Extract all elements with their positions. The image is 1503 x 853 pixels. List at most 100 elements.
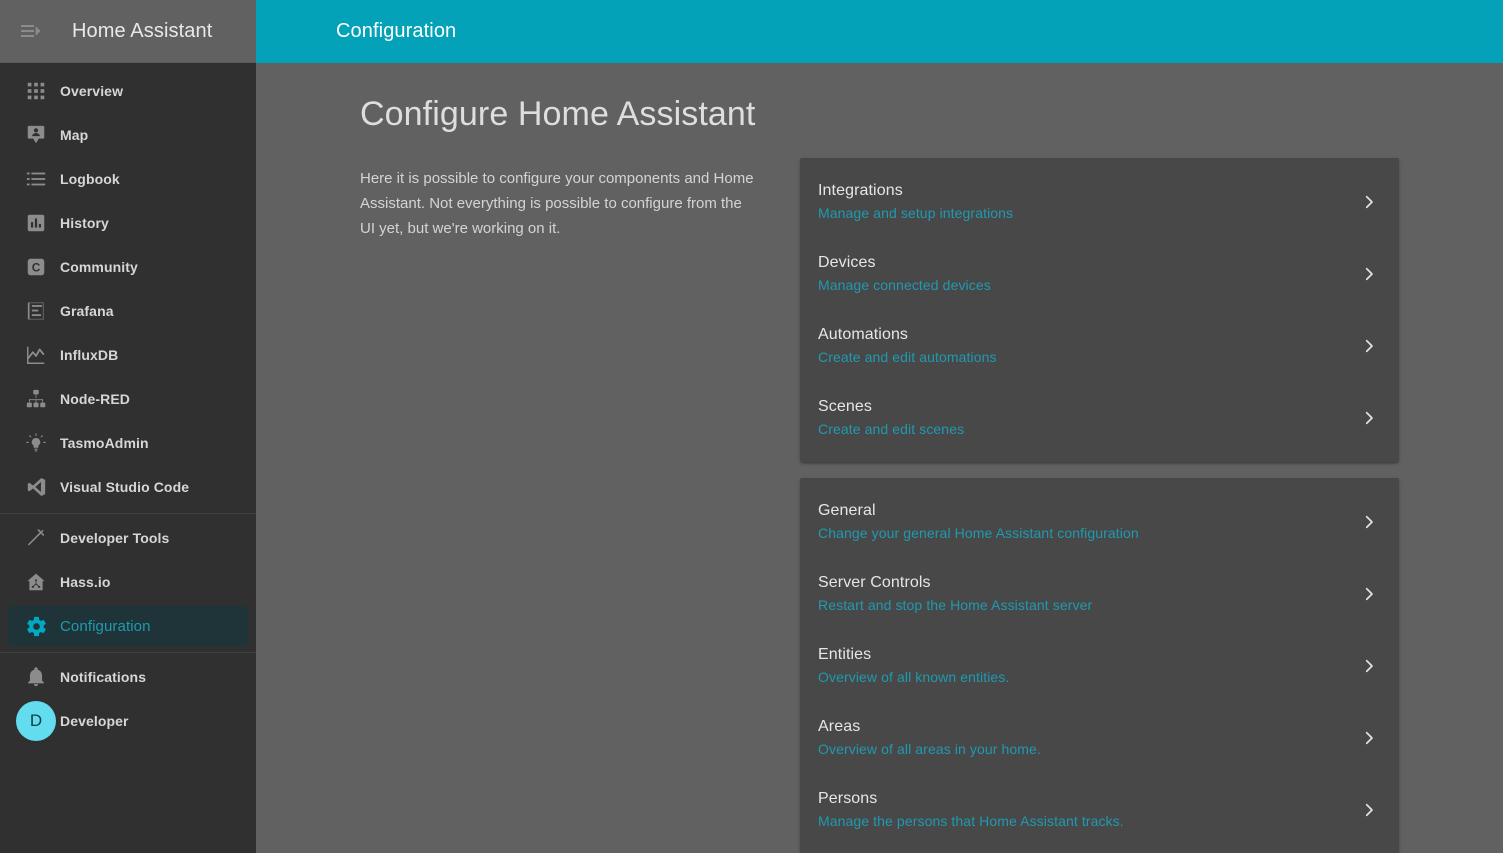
cog-icon bbox=[12, 615, 60, 638]
sidebar-item-community[interactable]: C Community bbox=[8, 247, 248, 287]
svg-text:C: C bbox=[32, 261, 41, 275]
row-subtitle: Restart and stop the Home Assistant serv… bbox=[818, 597, 1093, 613]
chevron-right-icon[interactable] bbox=[1357, 657, 1381, 675]
sidebar-item-label: Node-RED bbox=[60, 391, 131, 407]
toolbar-title: Configuration bbox=[336, 20, 457, 42]
sidebar-item-node-red[interactable]: Node-RED bbox=[8, 379, 248, 419]
row-title: Areas bbox=[818, 718, 861, 735]
chart-box-icon bbox=[12, 212, 60, 234]
row-title: Server Controls bbox=[818, 574, 931, 591]
row-subtitle: Manage and setup integrations bbox=[818, 205, 1014, 221]
row-text: Automations Create and edit automations bbox=[818, 324, 1357, 368]
avatar-initial: D bbox=[16, 701, 56, 741]
sidebar-item-label: Visual Studio Code bbox=[60, 479, 190, 495]
config-row-entities[interactable]: Entities Overview of all known entities. bbox=[800, 630, 1399, 702]
row-subtitle: Create and edit automations bbox=[818, 349, 997, 365]
sidebar-item-label: Grafana bbox=[60, 303, 114, 319]
row-title: Integrations bbox=[818, 182, 903, 199]
chevron-right-icon[interactable] bbox=[1357, 193, 1381, 211]
app-root: Home Assistant Overview Map Logbook Hist… bbox=[0, 0, 1503, 853]
sidebar-item-visual-studio-code[interactable]: Visual Studio Code bbox=[8, 467, 248, 507]
row-text: Areas Overview of all areas in your home… bbox=[818, 716, 1357, 760]
sidebar-item-label: Logbook bbox=[60, 171, 120, 187]
sidebar-item-label: InfluxDB bbox=[60, 347, 119, 363]
sitemap-icon bbox=[12, 388, 60, 410]
chevron-right-icon[interactable] bbox=[1357, 585, 1381, 603]
vscode-icon bbox=[12, 476, 60, 498]
sidebar-item-developer-tools[interactable]: Developer Tools bbox=[8, 518, 248, 558]
row-title: Scenes bbox=[818, 398, 872, 415]
sidebar-item-history[interactable]: History bbox=[8, 203, 248, 243]
map-marker-account-icon bbox=[12, 124, 60, 146]
sidebar-item-user[interactable]: D Developer bbox=[8, 701, 248, 741]
sidebar-item-label: Configuration bbox=[60, 617, 151, 635]
view-dashboard-icon bbox=[12, 80, 60, 102]
config-row-persons[interactable]: Persons Manage the persons that Home Ass… bbox=[800, 774, 1399, 846]
config-row-devices[interactable]: Devices Manage connected devices bbox=[800, 238, 1399, 310]
config-row-server-controls[interactable]: Server Controls Restart and stop the Hom… bbox=[800, 558, 1399, 630]
sidebar-divider bbox=[0, 513, 256, 514]
row-title: Entities bbox=[818, 646, 872, 663]
config-columns: Here it is possible to configure your co… bbox=[256, 134, 1503, 853]
sidebar-item-label: Overview bbox=[60, 83, 124, 99]
sidebar-item-label: Developer Tools bbox=[60, 530, 170, 546]
sidebar-item-influxdb[interactable]: InfluxDB bbox=[8, 335, 248, 375]
menu-open-icon[interactable] bbox=[8, 9, 52, 53]
sidebar-item-logbook[interactable]: Logbook bbox=[8, 159, 248, 199]
community-c-icon: C bbox=[12, 256, 60, 278]
config-row-scenes[interactable]: Scenes Create and edit scenes bbox=[800, 382, 1399, 454]
sidebar-item-hassio[interactable]: Hass.io bbox=[8, 562, 248, 602]
sidebar-title: Home Assistant bbox=[72, 19, 213, 42]
sidebar-item-overview[interactable]: Overview bbox=[8, 71, 248, 111]
chevron-right-icon[interactable] bbox=[1357, 337, 1381, 355]
config-row-integrations[interactable]: Integrations Manage and setup integratio… bbox=[800, 166, 1399, 238]
row-text: Devices Manage connected devices bbox=[818, 252, 1357, 296]
row-subtitle: Overview of all areas in your home. bbox=[818, 741, 1041, 757]
row-title: Persons bbox=[818, 790, 878, 807]
sidebar-header: Home Assistant bbox=[0, 0, 256, 63]
sidebar-divider-footer bbox=[0, 652, 256, 653]
grafana-icon bbox=[12, 300, 60, 322]
sidebar-item-label: Map bbox=[60, 127, 89, 143]
sidebar-nav: Overview Map Logbook History C Community… bbox=[0, 63, 256, 853]
row-subtitle: Create and edit scenes bbox=[818, 421, 965, 437]
sidebar-footer: Notifications D Developer bbox=[0, 657, 256, 751]
row-text: General Change your general Home Assista… bbox=[818, 500, 1357, 544]
intro-text: Here it is possible to configure your co… bbox=[360, 170, 754, 237]
sidebar-item-label: Notifications bbox=[60, 669, 147, 685]
app-toolbar: Configuration bbox=[256, 0, 1503, 63]
row-text: Scenes Create and edit scenes bbox=[818, 396, 1357, 440]
chevron-right-icon[interactable] bbox=[1357, 409, 1381, 427]
sidebar-item-label: Hass.io bbox=[60, 574, 111, 590]
format-list-bulleted-icon bbox=[12, 168, 60, 190]
chevron-right-icon[interactable] bbox=[1357, 801, 1381, 819]
bell-icon bbox=[12, 666, 60, 688]
row-text: Persons Manage the persons that Home Ass… bbox=[818, 788, 1357, 832]
config-row-automations[interactable]: Automations Create and edit automations bbox=[800, 310, 1399, 382]
config-row-areas[interactable]: Areas Overview of all areas in your home… bbox=[800, 702, 1399, 774]
sidebar-item-map[interactable]: Map bbox=[8, 115, 248, 155]
config-row-general[interactable]: General Change your general Home Assista… bbox=[800, 486, 1399, 558]
row-subtitle: Manage the persons that Home Assistant t… bbox=[818, 813, 1124, 829]
sidebar-item-label: Developer bbox=[60, 713, 129, 729]
row-subtitle: Change your general Home Assistant confi… bbox=[818, 525, 1139, 541]
sidebar-item-configuration[interactable]: Configuration bbox=[8, 606, 248, 646]
chevron-right-icon[interactable] bbox=[1357, 265, 1381, 283]
config-card-secondary: General Change your general Home Assista… bbox=[800, 478, 1399, 853]
row-text: Entities Overview of all known entities. bbox=[818, 644, 1357, 688]
sidebar: Home Assistant Overview Map Logbook Hist… bbox=[0, 0, 256, 853]
sidebar-item-tasmoadmin[interactable]: TasmoAdmin bbox=[8, 423, 248, 463]
row-text: Server Controls Restart and stop the Hom… bbox=[818, 572, 1357, 616]
lightbulb-on-icon bbox=[12, 432, 60, 454]
row-title: Automations bbox=[818, 326, 909, 343]
hassio-home-icon bbox=[12, 571, 60, 593]
sidebar-item-grafana[interactable]: Grafana bbox=[8, 291, 248, 331]
main-area: Configuration Configure Home Assistant H… bbox=[256, 0, 1503, 853]
row-subtitle: Manage connected devices bbox=[818, 277, 991, 293]
chevron-right-icon[interactable] bbox=[1357, 729, 1381, 747]
intro-column: Here it is possible to configure your co… bbox=[360, 158, 800, 853]
row-title: Devices bbox=[818, 254, 876, 271]
chevron-right-icon[interactable] bbox=[1357, 513, 1381, 531]
cards-column: Integrations Manage and setup integratio… bbox=[800, 158, 1399, 853]
sidebar-item-notifications[interactable]: Notifications bbox=[8, 657, 248, 697]
